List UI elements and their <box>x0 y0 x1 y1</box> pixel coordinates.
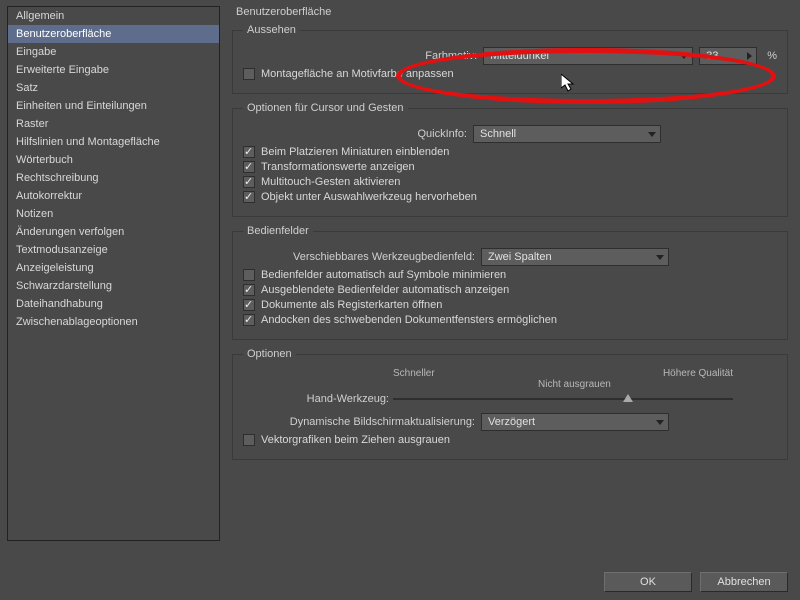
greek-vector-checkbox[interactable] <box>243 434 255 446</box>
dyn-update-label: Dynamische Bildschirmaktualisierung: <box>243 416 475 428</box>
brightness-value: 33 <box>706 50 718 62</box>
match-pasteboard-checkbox[interactable] <box>243 68 255 80</box>
sidebar-item[interactable]: Autokorrektur <box>8 187 219 205</box>
dialog-buttons: OK Abbrechen <box>604 572 788 592</box>
sidebar-item[interactable]: Anzeigeleistung <box>8 259 219 277</box>
match-pasteboard-label: Montagefläche an Motivfarbe anpassen <box>261 68 454 80</box>
sidebar-item[interactable]: Änderungen verfolgen <box>8 223 219 241</box>
sidebar-item[interactable]: Eingabe <box>8 43 219 61</box>
checkbox[interactable] <box>243 314 255 326</box>
chevron-down-icon <box>656 255 664 260</box>
sidebar-item[interactable]: Rechtschreibung <box>8 169 219 187</box>
sidebar-item[interactable]: Allgemein <box>8 7 219 25</box>
sidebar-item[interactable]: Notizen <box>8 205 219 223</box>
checkbox-label: Ausgeblendete Bedienfelder automatisch a… <box>261 284 509 296</box>
chevron-down-icon <box>656 420 664 425</box>
sidebar-item[interactable]: Satz <box>8 79 219 97</box>
tooltip-select[interactable]: Schnell <box>473 125 661 143</box>
sidebar-item[interactable]: Schwarzdarstellung <box>8 277 219 295</box>
checkbox-label: Multitouch-Gesten aktivieren <box>261 176 400 188</box>
main-panel: Benutzeroberfläche Aussehen Farbmotiv: M… <box>232 4 794 468</box>
page-title: Benutzeroberfläche <box>232 4 794 24</box>
slider-nogreek-label: Nicht ausgrauen <box>538 379 777 390</box>
checkbox[interactable] <box>243 176 255 188</box>
options-legend: Optionen <box>243 348 296 360</box>
cancel-button[interactable]: Abbrechen <box>700 572 788 592</box>
hand-tool-slider[interactable] <box>393 398 733 400</box>
panels-legend: Bedienfelder <box>243 225 313 237</box>
tooltip-label: QuickInfo: <box>243 128 467 140</box>
color-theme-label: Farbmotiv: <box>257 50 477 62</box>
checkbox[interactable] <box>243 284 255 296</box>
dyn-update-select[interactable]: Verzögert <box>481 413 669 431</box>
sidebar-item[interactable]: Raster <box>8 115 219 133</box>
checkbox[interactable] <box>243 269 255 281</box>
checkbox-label: Beim Platzieren Miniaturen einblenden <box>261 146 449 158</box>
hand-tool-label: Hand-Werkzeug: <box>243 393 389 405</box>
dyn-update-value: Verzögert <box>488 416 535 428</box>
tooltip-value: Schnell <box>480 128 516 140</box>
sidebar-item[interactable]: Einheiten und Einteilungen <box>8 97 219 115</box>
percent-label: % <box>767 50 777 62</box>
appearance-group: Aussehen Farbmotiv: Mitteldunkel 33 % Mo… <box>232 24 788 94</box>
category-sidebar: AllgemeinBenutzeroberflächeEingabeErweit… <box>7 6 220 541</box>
options-group: Optionen Schneller Höhere Qualität Nicht… <box>232 348 788 460</box>
panels-group: Bedienfelder Verschiebbares Werkzeugbedi… <box>232 225 788 340</box>
floating-tools-label: Verschiebbares Werkzeugbedienfeld: <box>243 251 475 263</box>
sidebar-item[interactable]: Zwischenablageoptionen <box>8 313 219 331</box>
color-theme-select[interactable]: Mitteldunkel <box>483 47 693 65</box>
checkbox-label: Andocken des schwebenden Dokumentfenster… <box>261 314 557 326</box>
sidebar-item[interactable]: Erweiterte Eingabe <box>8 61 219 79</box>
sidebar-item[interactable]: Benutzeroberfläche <box>8 25 219 43</box>
triangle-right-icon <box>747 52 752 60</box>
sidebar-item[interactable]: Hilfslinien und Montagefläche <box>8 133 219 151</box>
cursor-gestures-group: Optionen für Cursor und Gesten QuickInfo… <box>232 102 788 217</box>
checkbox[interactable] <box>243 161 255 173</box>
sidebar-item[interactable]: Wörterbuch <box>8 151 219 169</box>
greek-vector-label: Vektorgrafiken beim Ziehen ausgrauen <box>261 434 450 446</box>
slider-faster-label: Schneller <box>393 368 435 379</box>
slider-quality-label: Höhere Qualität <box>663 368 733 379</box>
ok-button[interactable]: OK <box>604 572 692 592</box>
sidebar-item[interactable]: Textmodusanzeige <box>8 241 219 259</box>
floating-tools-value: Zwei Spalten <box>488 251 552 263</box>
color-theme-value: Mitteldunkel <box>490 50 549 62</box>
sidebar-item[interactable]: Dateihandhabung <box>8 295 219 313</box>
checkbox-label: Transformationswerte anzeigen <box>261 161 415 173</box>
slider-thumb-icon[interactable] <box>623 394 633 402</box>
checkbox[interactable] <box>243 299 255 311</box>
cursor-gestures-legend: Optionen für Cursor und Gesten <box>243 102 408 114</box>
floating-tools-select[interactable]: Zwei Spalten <box>481 248 669 266</box>
chevron-down-icon <box>648 132 656 137</box>
checkbox-label: Objekt unter Auswahlwerkzeug hervorheben <box>261 191 477 203</box>
brightness-input[interactable]: 33 <box>699 47 757 65</box>
checkbox-label: Dokumente als Registerkarten öffnen <box>261 299 442 311</box>
checkbox[interactable] <box>243 191 255 203</box>
appearance-legend: Aussehen <box>243 24 300 36</box>
chevron-down-icon <box>680 54 688 59</box>
checkbox-label: Bedienfelder automatisch auf Symbole min… <box>261 269 506 281</box>
checkbox[interactable] <box>243 146 255 158</box>
